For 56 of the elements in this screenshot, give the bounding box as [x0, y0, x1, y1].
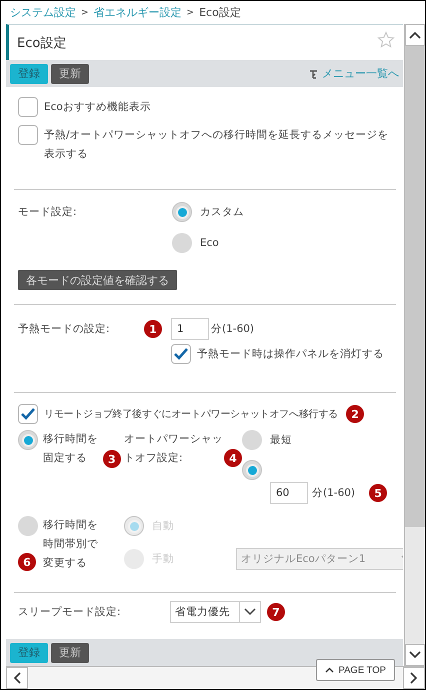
page-top-button[interactable]: PAGE TOP [316, 659, 395, 681]
radio-button[interactable] [242, 460, 262, 480]
checkbox-label: 予熱モード時は操作パネルを消灯する [197, 347, 384, 362]
number-badge: 4 [224, 449, 242, 467]
breadcrumb-item: Eco設定 [199, 5, 241, 20]
number-badge: 1 [144, 320, 162, 338]
toolbar-button[interactable]: 登録 [10, 64, 48, 84]
checkbox[interactable] [18, 404, 38, 424]
radio-label: カスタム [200, 205, 244, 219]
menu-list-link[interactable]: メニュー一覧へ [309, 66, 400, 81]
number-badge: 7 [267, 603, 285, 621]
breadcrumb-separator: > [81, 8, 89, 18]
checkbox[interactable] [18, 125, 38, 145]
breadcrumb-separator: > [186, 8, 194, 18]
minutes-input[interactable]: 60 [270, 482, 308, 504]
scroll-right-icon [410, 672, 418, 684]
star-icon[interactable] [377, 30, 396, 48]
field-label: オートパワーシャットオフ設定: [124, 432, 223, 466]
number-badge: 2 [346, 405, 364, 423]
radio-label: 移行時間を時間帯別で変更する [43, 518, 99, 571]
minutes-input[interactable]: 1 [171, 318, 209, 340]
confirm-modes-button[interactable]: 各モードの設定値を確認する [18, 270, 177, 290]
sleep-mode-dropdown[interactable]: 省電力優先 [170, 601, 261, 623]
menu-list-icon [309, 68, 320, 78]
toolbar-button[interactable]: 更新 [51, 64, 89, 84]
toolbar-button[interactable]: 登録 [10, 642, 48, 662]
chevron-down-icon [244, 608, 256, 616]
field-label: 予熱モードの設定: [18, 322, 111, 337]
radio-button[interactable] [242, 430, 262, 450]
page-title: Eco設定 [17, 34, 66, 52]
field-label: スリープモード設定: [18, 605, 122, 620]
scroll-down-icon [409, 651, 422, 659]
radio-button[interactable] [18, 430, 38, 450]
radio-label: 移行時間を固定する [43, 432, 99, 466]
unit-label: 分(1-60) [211, 322, 254, 336]
radio-button[interactable] [172, 233, 192, 253]
unit-label: 分(1-60) [312, 486, 356, 500]
radio-label: Eco [200, 237, 219, 249]
checkbox-label: リモートジョブ終了後すぐにオートパワーシャットオフへ移行する [44, 408, 338, 422]
radio-label: 最短 [270, 433, 292, 447]
breadcrumb-item[interactable]: システム設定 [10, 5, 76, 20]
breadcrumb-item[interactable]: 省エネルギー設定 [94, 5, 182, 20]
checkbox[interactable] [171, 344, 191, 364]
checkbox-label: 予熱/オートパワーシャットオフへの移行時間を延長するメッセージを表示する [44, 128, 390, 162]
scroll-left-icon [13, 672, 21, 684]
number-badge: 6 [18, 553, 36, 571]
field-label: モード設定: [18, 205, 78, 220]
number-badge: 5 [369, 484, 388, 502]
checkbox-label: Ecoおすすめ機能表示 [44, 100, 151, 115]
toolbar-button[interactable]: 更新 [51, 642, 89, 662]
number-badge: 3 [102, 450, 121, 468]
radio-button[interactable] [172, 202, 192, 222]
checkbox[interactable] [18, 97, 38, 117]
caret-up-icon [325, 667, 334, 673]
scroll-thumb[interactable] [405, 46, 425, 527]
scroll-up-icon [409, 31, 422, 39]
